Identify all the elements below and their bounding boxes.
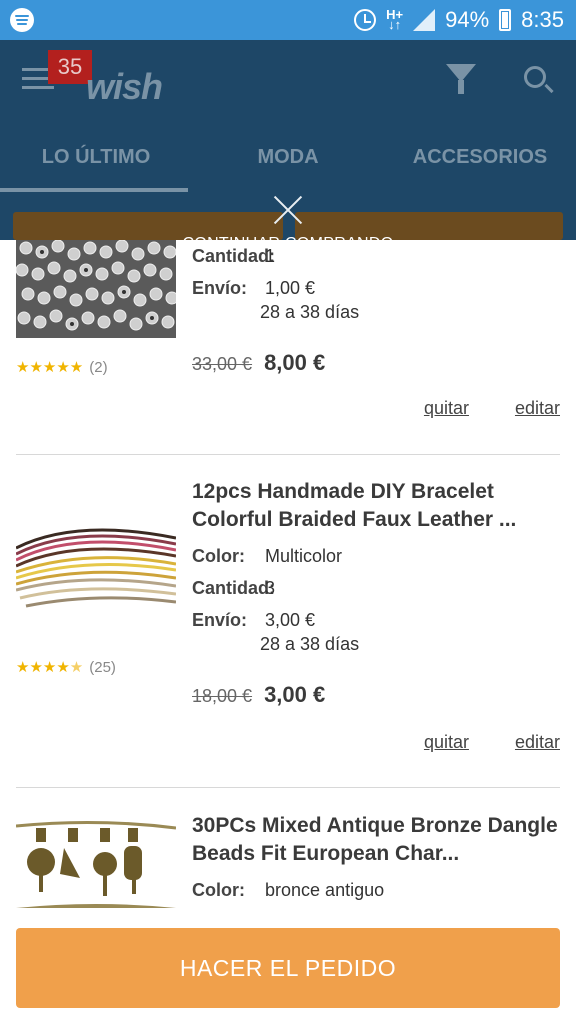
- rating-count: (2): [89, 359, 108, 376]
- color-label: Color:: [192, 546, 245, 566]
- remove-link[interactable]: quitar: [424, 732, 469, 752]
- close-icon[interactable]: [272, 194, 304, 226]
- status-bar: H+ ↓↑ 94% 8:35: [0, 0, 576, 40]
- old-price: 33,00 €: [192, 354, 253, 374]
- battery-icon: [499, 9, 512, 31]
- tab-lo-ultimo[interactable]: LO ÚLTIMO: [0, 140, 192, 190]
- filter-icon[interactable]: [446, 64, 476, 94]
- color-value: Multicolor: [265, 546, 343, 566]
- color-row: Color: Multicolor: [192, 546, 342, 567]
- color-label: Color:: [192, 880, 245, 900]
- category-tabs: LO ÚLTIMO MODA ACCESORIOS: [0, 140, 576, 190]
- clock: 8:35: [521, 7, 564, 32]
- current-price: 8,00 €: [264, 350, 326, 375]
- battery-percent: 94%: [445, 7, 490, 32]
- quantity-label: Cantidad:: [192, 246, 275, 266]
- rating-stars: ★★★★★ (25): [16, 659, 116, 676]
- product-title[interactable]: 30PCs Mixed Antique Bronze Dangle Beads …: [192, 812, 562, 868]
- shipping-time: 28 a 38 días: [260, 302, 360, 322]
- alarm-icon: [354, 9, 377, 31]
- wish-logo: wish: [86, 66, 163, 107]
- product-image[interactable]: [16, 508, 176, 640]
- divider: [16, 787, 560, 788]
- shipping-row: Envío: 3,00 € 28 a 38 días: [192, 610, 359, 655]
- quantity-label: Cantidad:: [192, 578, 275, 598]
- price-row: 18,00 € 3,00 €: [192, 682, 325, 708]
- current-price: 3,00 €: [264, 682, 326, 707]
- quantity-row: Cantidad: 1: [192, 246, 275, 267]
- color-value: bronce antiguo: [265, 880, 385, 900]
- shipping-time: 28 a 38 días: [260, 634, 360, 654]
- spotify-icon: [10, 8, 34, 32]
- shipping-price: 1,00 €: [265, 278, 316, 298]
- rating-count: (25): [89, 659, 116, 676]
- product-image[interactable]: [16, 818, 176, 914]
- cart-sheet: ★★★★★ (2) Cantidad: 1 Envío: 1,00 € 28 a 3…: [0, 240, 576, 1024]
- tab-moda[interactable]: MODA: [192, 140, 384, 190]
- active-tab-indicator: [0, 188, 188, 192]
- search-icon[interactable]: [524, 66, 546, 88]
- divider: [16, 454, 560, 455]
- edit-link[interactable]: editar: [515, 398, 560, 418]
- edit-link[interactable]: editar: [515, 732, 560, 752]
- quantity-value: 1: [265, 246, 276, 266]
- network-type: H+ ↓↑: [386, 7, 404, 32]
- signal-icon: [413, 9, 436, 31]
- quantity-row: Cantidad: 3: [192, 578, 275, 599]
- app-background: 35 wish LO ÚLTIMO MODA ACCESORIOS CONTIN…: [0, 40, 576, 252]
- rating-stars: ★★★★★ (2): [16, 359, 108, 376]
- place-order-button[interactable]: HACER EL PEDIDO: [16, 928, 560, 1008]
- price-row: 33,00 € 8,00 €: [192, 350, 325, 376]
- tab-accesorios[interactable]: ACCESORIOS: [384, 140, 576, 190]
- item-actions: quitar editar: [378, 398, 560, 419]
- remove-link[interactable]: quitar: [424, 398, 469, 418]
- product-title[interactable]: 12pcs Handmade DIY Bracelet Colorful Bra…: [192, 478, 562, 534]
- color-row: Color: bronce antiguo: [192, 880, 384, 901]
- shipping-row: Envío: 1,00 € 28 a 38 días: [192, 278, 359, 323]
- item-actions: quitar editar: [378, 732, 560, 753]
- shipping-label: Envío:: [192, 278, 248, 298]
- shipping-label: Envío:: [192, 610, 248, 630]
- old-price: 18,00 €: [192, 686, 253, 706]
- quantity-value: 3: [265, 578, 276, 598]
- product-image[interactable]: [16, 240, 176, 338]
- shipping-price: 3,00 €: [265, 610, 316, 630]
